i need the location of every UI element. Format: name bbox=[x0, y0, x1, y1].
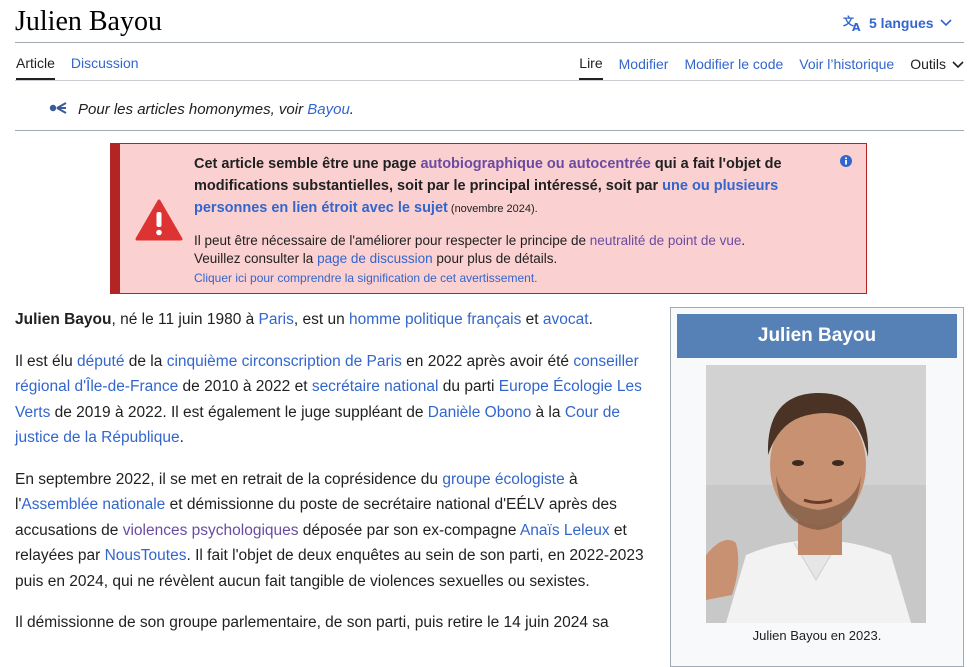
svg-text:A: A bbox=[852, 21, 861, 32]
article-content: Julien Bayou, né le 11 juin 1980 à Paris… bbox=[15, 307, 655, 652]
languages-label: 5 langues bbox=[869, 15, 934, 31]
chevron-down-icon bbox=[952, 56, 964, 72]
text: en 2022 après avoir été bbox=[401, 352, 574, 370]
link-violences-psychologiques[interactable]: violences psychologiques bbox=[123, 522, 299, 539]
hatnote: Pour les articles homonymes, voir Bayou. bbox=[48, 100, 354, 118]
text: , né le 11 juin 1980 à bbox=[111, 311, 259, 328]
tab-article[interactable]: Article bbox=[16, 55, 55, 80]
warning-icon bbox=[135, 199, 183, 246]
hatnote-link-bayou[interactable]: Bayou bbox=[307, 101, 350, 118]
paragraph-resignation: Il démissionne de son groupe parlementai… bbox=[15, 610, 655, 636]
namespace-tabs: Article Discussion bbox=[16, 55, 139, 80]
link-circonscription[interactable]: cinquième circonscription de Paris bbox=[167, 353, 402, 370]
info-icon[interactable] bbox=[840, 154, 852, 172]
autobiography-warning-box: Cet article semble être une page autobio… bbox=[110, 143, 867, 294]
text: Il est élu bbox=[15, 352, 78, 370]
text: Il démissionne de son groupe parlementai… bbox=[15, 614, 609, 631]
tabs-divider bbox=[15, 80, 964, 81]
tab-edit-source[interactable]: Modifier le code bbox=[684, 56, 783, 79]
hatnote-text: Pour les articles homonymes, voir bbox=[78, 100, 308, 118]
tools-label: Outils bbox=[910, 56, 946, 72]
warning-sub-4: pour plus de détails. bbox=[432, 251, 558, 266]
disambiguation-icon bbox=[48, 100, 68, 118]
warning-main-text: Cet article semble être une page autobio… bbox=[194, 153, 794, 220]
warning-sub-text: Il peut être nécessaire de l'améliorer p… bbox=[194, 232, 824, 268]
link-assemblee-nationale[interactable]: Assemblée nationale bbox=[21, 496, 165, 513]
link-paris[interactable]: Paris bbox=[259, 311, 294, 328]
hatnote-divider bbox=[15, 130, 964, 131]
infobox-title: Julien Bayou bbox=[677, 314, 957, 358]
text: et bbox=[521, 311, 543, 328]
hatnote-end: . bbox=[349, 100, 354, 118]
page-title: Julien Bayou bbox=[15, 6, 162, 37]
translate-icon: 文A bbox=[843, 14, 863, 32]
tab-read[interactable]: Lire bbox=[579, 55, 603, 80]
link-anais-leleux[interactable]: Anaïs Leleux bbox=[520, 522, 610, 539]
text: déposée par son ex-compagne bbox=[298, 521, 520, 539]
tools-menu[interactable]: Outils bbox=[910, 56, 964, 79]
paragraph-career: Il est élu député de la cinquième circon… bbox=[15, 349, 655, 451]
paragraph-retreat: En septembre 2022, il se met en retrait … bbox=[15, 467, 655, 595]
chevron-down-icon bbox=[940, 19, 952, 27]
tab-history[interactable]: Voir l’historique bbox=[799, 56, 894, 79]
paragraph-intro: Julien Bayou, né le 11 juin 1980 à Paris… bbox=[15, 307, 655, 333]
text: de 2019 à 2022. Il est également le juge… bbox=[50, 403, 428, 421]
languages-button[interactable]: 文A 5 langues bbox=[843, 14, 952, 32]
portrait-caption: Julien Bayou en 2023. bbox=[752, 628, 882, 643]
link-noustoutes[interactable]: NousToutes bbox=[105, 547, 187, 564]
warning-sub-2: . bbox=[741, 233, 746, 248]
portrait-photo[interactable] bbox=[706, 365, 926, 623]
warning-explanation-link[interactable]: Cliquer ici pour comprendre la significa… bbox=[194, 271, 538, 285]
warning-sub-1: Il peut être nécessaire de l'améliorer p… bbox=[194, 233, 590, 248]
tab-edit[interactable]: Modifier bbox=[619, 56, 669, 79]
link-page-discussion[interactable]: page de discussion bbox=[317, 251, 433, 266]
view-tabs: Lire Modifier Modifier le code Voir l’hi… bbox=[579, 55, 964, 80]
text: du parti bbox=[438, 378, 499, 395]
header-divider bbox=[15, 42, 964, 43]
link-autobiographique[interactable]: autobiographique ou autocentrée bbox=[420, 156, 650, 172]
link-neutralite[interactable]: neutralité de point de vue bbox=[590, 233, 742, 248]
text: de la bbox=[124, 352, 167, 370]
text: à la bbox=[531, 403, 565, 421]
text: En septembre 2022, il se met en retrait … bbox=[15, 470, 443, 488]
tab-discussion[interactable]: Discussion bbox=[71, 55, 139, 80]
warning-date: (novembre 2024). bbox=[447, 203, 538, 215]
link-daniele-obono[interactable]: Danièle Obono bbox=[428, 404, 531, 421]
subject-name: Julien Bayou bbox=[15, 311, 112, 328]
text: de 2010 à 2022 et bbox=[178, 378, 312, 395]
infobox: Julien Bayou Julien Bayou en 2023. bbox=[670, 307, 964, 667]
text: . bbox=[179, 429, 184, 446]
text: . bbox=[588, 311, 593, 328]
link-homme-politique[interactable]: homme politique français bbox=[349, 311, 521, 328]
link-secretaire-national[interactable]: secrétaire national bbox=[312, 378, 439, 395]
link-avocat[interactable]: avocat bbox=[543, 311, 589, 328]
warning-text-1: Cet article semble être une page bbox=[194, 156, 421, 172]
link-depute[interactable]: député bbox=[77, 353, 124, 370]
link-groupe-ecologiste[interactable]: groupe écologiste bbox=[442, 471, 564, 488]
text: , est un bbox=[293, 311, 350, 328]
warning-sub-3: Veuillez consulter la bbox=[194, 251, 318, 266]
